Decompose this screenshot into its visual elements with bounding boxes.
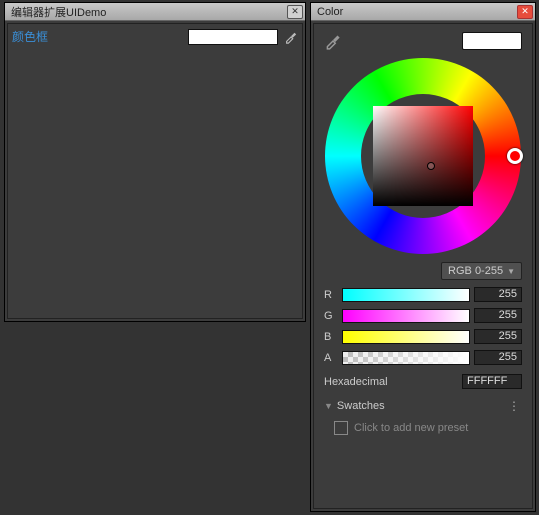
color-mode-label: RGB 0-255: [448, 265, 503, 277]
editor-titlebar[interactable]: 编辑器扩展UIDemo ✕: [5, 3, 305, 21]
color-picker-titlebar[interactable]: Color ✕: [311, 3, 535, 21]
color-wheel[interactable]: [325, 58, 521, 254]
swatches-header[interactable]: ▼ Swatches ⋮: [324, 399, 522, 413]
a-slider[interactable]: [342, 351, 470, 365]
chevron-down-icon: ▼: [507, 267, 515, 276]
g-label: G: [324, 310, 338, 322]
hex-label: Hexadecimal: [324, 376, 458, 388]
add-preset-label: Click to add new preset: [354, 422, 468, 434]
editor-window: 编辑器扩展UIDemo ✕ 颜色框: [4, 2, 306, 322]
g-value[interactable]: 255: [474, 308, 522, 323]
b-label: B: [324, 331, 338, 343]
color-picker-close-button[interactable]: ✕: [517, 5, 533, 19]
color-picker-title: Color: [317, 6, 517, 18]
g-row: G 255: [324, 308, 522, 323]
hex-row: Hexadecimal FFFFFF: [324, 374, 522, 389]
hue-handle[interactable]: [507, 148, 523, 164]
sv-handle[interactable]: [427, 162, 435, 170]
swatches-menu-icon[interactable]: ⋮: [508, 399, 522, 413]
color-field-swatch[interactable]: [188, 29, 278, 45]
eyedropper-icon[interactable]: [324, 32, 342, 50]
hex-value[interactable]: FFFFFF: [462, 374, 522, 389]
r-row: R 255: [324, 287, 522, 302]
a-row: A 255: [324, 350, 522, 365]
sv-square[interactable]: [373, 106, 473, 206]
g-slider[interactable]: [342, 309, 470, 323]
color-field-row: 颜色框: [8, 24, 302, 49]
editor-title: 编辑器扩展UIDemo: [11, 4, 287, 20]
a-label: A: [324, 352, 338, 364]
chevron-down-icon: ▼: [324, 401, 333, 411]
add-preset-row[interactable]: Click to add new preset: [334, 421, 522, 435]
r-label: R: [324, 289, 338, 301]
b-value[interactable]: 255: [474, 329, 522, 344]
r-slider[interactable]: [342, 288, 470, 302]
b-row: B 255: [324, 329, 522, 344]
color-picker-window: Color ✕: [310, 2, 536, 512]
add-preset-box[interactable]: [334, 421, 348, 435]
swatches-label: Swatches: [337, 400, 385, 412]
editor-close-button[interactable]: ✕: [287, 5, 303, 19]
color-mode-dropdown[interactable]: RGB 0-255 ▼: [441, 262, 522, 280]
color-field-label: 颜色框: [12, 28, 188, 45]
a-value[interactable]: 255: [474, 350, 522, 365]
b-slider[interactable]: [342, 330, 470, 344]
r-value[interactable]: 255: [474, 287, 522, 302]
eyedropper-icon[interactable]: [284, 30, 298, 44]
picked-color-swatch[interactable]: [462, 32, 522, 50]
